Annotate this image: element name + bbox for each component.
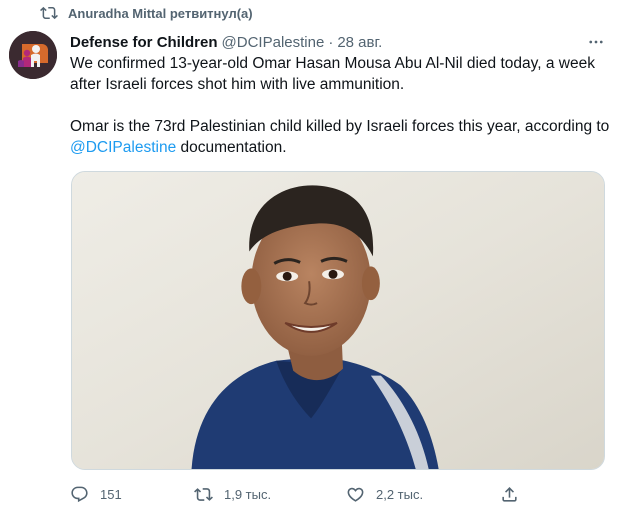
retweet-count: 1,9 тыс. <box>224 486 272 502</box>
author-display-name[interactable]: Defense for Children <box>70 34 218 51</box>
tweet-photo[interactable] <box>71 171 605 470</box>
like-count: 2,2 тыс. <box>376 486 424 502</box>
share-icon <box>496 482 530 506</box>
tweet-date[interactable]: 28 авг. <box>337 34 382 51</box>
author-handle[interactable]: @DCIPalestine <box>222 34 325 51</box>
tweet-text-segment: documentation. <box>176 139 287 156</box>
reply-button[interactable]: 151 <box>66 482 122 506</box>
tweet-text: We confirmed 13-year-old Omar Hasan Mous… <box>70 53 610 179</box>
heart-icon <box>342 482 376 506</box>
like-button[interactable]: 2,2 тыс. <box>342 482 423 506</box>
more-icon[interactable] <box>584 30 608 54</box>
share-button[interactable] <box>496 482 530 506</box>
author-avatar[interactable] <box>9 31 57 79</box>
tweet-actions: 151 1,9 тыс. 2,2 тыс. <box>66 482 536 506</box>
retweet-icon <box>40 4 58 22</box>
reply-count: 151 <box>100 486 122 502</box>
retweet-context[interactable]: Anuradha Mittal ретвитнул(а) <box>40 4 253 22</box>
tweet-paragraph: Omar is the 73rd Palestinian child kille… <box>70 116 610 158</box>
tweet-paragraph: We confirmed 13-year-old Omar Hasan Mous… <box>70 55 595 93</box>
mention-link[interactable]: @DCIPalestine <box>70 139 176 156</box>
retweet-button[interactable]: 1,9 тыс. <box>190 482 271 506</box>
tweet-text-segment: Omar is the 73rd Palestinian child kille… <box>70 118 610 135</box>
retweet-icon <box>190 482 224 506</box>
retweet-context-text: Anuradha Mittal ретвитнул(а) <box>68 5 253 21</box>
reply-icon <box>66 482 100 506</box>
separator-dot: · <box>328 33 334 51</box>
tweet-header: Defense for Children @DCIPalestine · 28 … <box>70 32 608 52</box>
